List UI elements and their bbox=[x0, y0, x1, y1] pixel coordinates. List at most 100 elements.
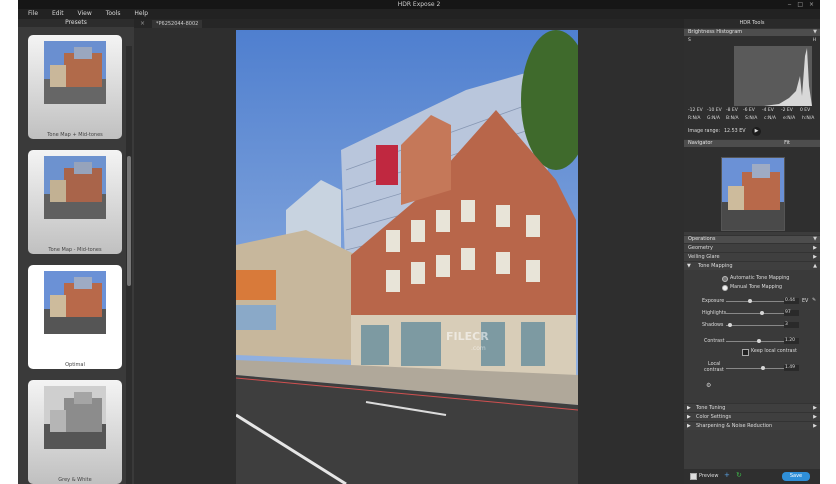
slider-knob[interactable] bbox=[727, 323, 732, 327]
chevron-right-icon[interactable]: ▶ bbox=[813, 413, 817, 421]
window-title: HDR Expose 2 bbox=[397, 1, 441, 8]
chevron-right-icon[interactable]: ▶ bbox=[813, 404, 817, 412]
local-contrast-value[interactable]: 1.49 bbox=[784, 365, 799, 371]
slider-knob[interactable] bbox=[756, 339, 761, 343]
section-label: Sharpening & Noise Reduction bbox=[696, 423, 773, 429]
watermark-text: FILECR bbox=[446, 330, 489, 343]
channel-label: R:N/A bbox=[688, 116, 701, 121]
highlights-slider[interactable] bbox=[726, 311, 786, 315]
chevron-down-icon[interactable]: ▼ bbox=[687, 262, 691, 270]
histogram-shadow-label: S bbox=[688, 38, 691, 43]
preset-thumbnail bbox=[44, 41, 106, 104]
section-color-settings[interactable]: ▶ Color Settings ▶ bbox=[684, 412, 820, 421]
close-tab-icon[interactable]: × bbox=[140, 19, 145, 28]
section-geometry[interactable]: Geometry ▶ bbox=[684, 243, 820, 252]
hdr-photo[interactable]: FILECR .com bbox=[236, 30, 578, 484]
histogram-title: Brightness Histogram bbox=[688, 29, 743, 35]
menu-view[interactable]: View bbox=[78, 9, 92, 19]
chevron-right-icon[interactable]: ▶ bbox=[813, 253, 817, 261]
exposure-label: Exposure bbox=[702, 299, 725, 304]
ev-label: -10 EV bbox=[707, 108, 722, 113]
presets-header: Presets bbox=[18, 19, 134, 27]
contrast-slider[interactable] bbox=[726, 339, 786, 343]
exposure-row: Exposure 0.44 EV ✎ bbox=[684, 297, 820, 306]
channel-label: h:N/A bbox=[802, 116, 815, 121]
preview-checkbox[interactable] bbox=[690, 473, 697, 480]
contrast-value[interactable]: 1.20 bbox=[784, 338, 799, 344]
menu-file[interactable]: File bbox=[28, 9, 38, 19]
preset-card[interactable]: Tone Map + Mid-tones bbox=[28, 35, 122, 139]
ev-label: -12 EV bbox=[688, 108, 703, 113]
watermark-subtext: .com bbox=[471, 345, 486, 352]
histogram: S H -12 EV -10 EV -8 EV -6 EV -4 EV -2 E… bbox=[684, 36, 820, 125]
preset-thumbnail bbox=[44, 271, 106, 334]
reset-icon[interactable]: ⚙ bbox=[706, 382, 711, 389]
exposure-unit: EV bbox=[802, 299, 809, 304]
exposure-slider[interactable] bbox=[726, 299, 786, 303]
section-sharpening[interactable]: ▶ Sharpening & Noise Reduction ▶ bbox=[684, 421, 820, 430]
section-label: Veiling Glare bbox=[688, 254, 720, 260]
keep-local-contrast-checkbox[interactable] bbox=[742, 349, 749, 356]
image-view: × *P6252044-8002 FILECR .com bbox=[134, 19, 684, 484]
local-contrast-row: Local contrast 1.49 bbox=[684, 362, 820, 378]
keep-local-contrast-label: Keep local contrast bbox=[751, 349, 797, 354]
presets-scrollbar[interactable] bbox=[126, 46, 132, 484]
toggle-icon[interactable]: ▲ bbox=[813, 262, 817, 270]
bottom-bar: Preview + ↻ Save bbox=[684, 469, 820, 484]
navigator-fit[interactable]: Fit bbox=[784, 140, 790, 147]
chevron-right-icon[interactable]: ▶ bbox=[687, 413, 691, 421]
contrast-label: Contrast bbox=[704, 339, 725, 344]
plus-icon[interactable]: + bbox=[724, 471, 730, 479]
highlights-value[interactable]: 97 bbox=[784, 310, 799, 316]
operations-header[interactable]: Operations ▼ bbox=[684, 235, 820, 243]
exposure-value[interactable]: 0.44 bbox=[784, 298, 799, 304]
save-button[interactable]: Save bbox=[782, 472, 810, 481]
slider-knob[interactable] bbox=[759, 311, 764, 315]
preset-card-selected[interactable]: Optimal bbox=[28, 265, 122, 369]
eyedropper-icon[interactable]: ✎ bbox=[812, 298, 816, 303]
slider-knob[interactable] bbox=[760, 366, 765, 370]
image-range-value: 12.53 EV bbox=[724, 129, 746, 134]
section-tone-mapping[interactable]: ▼ Tone Mapping ▲ bbox=[684, 261, 820, 270]
chevron-right-icon[interactable]: ▶ bbox=[687, 404, 691, 412]
window-controls[interactable]: ‒ □ × bbox=[788, 0, 816, 9]
menu-tools[interactable]: Tools bbox=[106, 9, 121, 19]
play-icon[interactable]: ▶ bbox=[752, 127, 761, 136]
chevron-down-icon[interactable]: ▼ bbox=[813, 236, 817, 243]
shadows-value[interactable]: 3 bbox=[784, 322, 799, 328]
image-range-row: Image range: 12.53 EV ▶ bbox=[684, 125, 820, 139]
section-tone-tuning[interactable]: ▶ Tone Tuning ▶ bbox=[684, 403, 820, 412]
menu-edit[interactable]: Edit bbox=[52, 9, 64, 19]
preset-label: Tone Map - Mid-tones bbox=[48, 247, 102, 253]
chevron-right-icon[interactable]: ▶ bbox=[813, 244, 817, 252]
title-bar: HDR Expose 2 ‒ □ × bbox=[18, 0, 820, 9]
channel-label: c:N/A bbox=[764, 116, 776, 121]
chevron-down-icon[interactable]: ▼ bbox=[813, 29, 817, 36]
navigator-thumbnail[interactable] bbox=[721, 157, 785, 231]
chevron-right-icon[interactable]: ▶ bbox=[813, 422, 817, 430]
scrollbar-thumb[interactable] bbox=[127, 156, 131, 286]
auto-tone-label: Automatic Tone Mapping bbox=[730, 276, 790, 281]
refresh-icon[interactable]: ↻ bbox=[736, 471, 742, 479]
channel-label: e:N/A bbox=[783, 116, 796, 121]
chevron-right-icon[interactable]: ▶ bbox=[687, 422, 691, 430]
manual-tone-radio[interactable] bbox=[722, 285, 728, 291]
preset-card[interactable]: Tone Map - Mid-tones bbox=[28, 150, 122, 254]
menu-help[interactable]: Help bbox=[134, 9, 148, 19]
auto-tone-radio[interactable] bbox=[722, 276, 728, 282]
slider-knob[interactable] bbox=[748, 299, 753, 303]
preset-label: Optimal bbox=[65, 362, 85, 368]
histogram-header[interactable]: Brightness Histogram ▼ bbox=[684, 28, 820, 36]
preset-card[interactable]: Grey & White bbox=[28, 380, 122, 484]
navigator-title: Navigator bbox=[688, 140, 713, 146]
local-contrast-slider[interactable] bbox=[726, 366, 786, 370]
section-label: Tone Tuning bbox=[696, 405, 726, 411]
highlights-row: Highlights 97 bbox=[684, 309, 820, 318]
shadows-slider[interactable] bbox=[726, 323, 786, 327]
navigator-header[interactable]: Navigator Fit bbox=[684, 139, 820, 147]
menu-bar: File Edit View Tools Help bbox=[18, 9, 820, 19]
document-tab[interactable]: *P6252044-8002 bbox=[152, 20, 203, 28]
section-veiling-glare[interactable]: Veiling Glare ▶ bbox=[684, 252, 820, 261]
local-contrast-label: Local bbox=[708, 362, 721, 367]
section-label: Color Settings bbox=[696, 414, 732, 420]
